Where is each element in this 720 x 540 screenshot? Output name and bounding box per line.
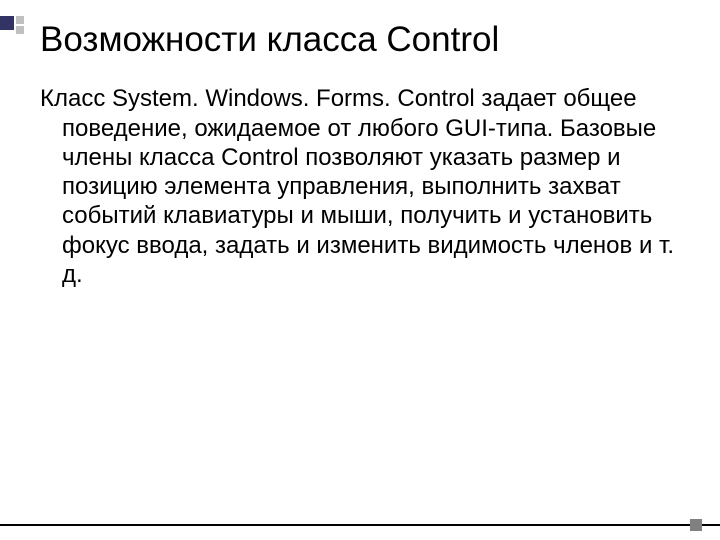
slide-body-text: Класс System. Windows. Forms. Control за… (40, 84, 692, 289)
slide-bullet-decor (0, 16, 24, 34)
bullet-small-icon (16, 26, 24, 34)
bullet-square-icon (0, 16, 14, 30)
footer-divider (0, 524, 720, 526)
footer-square-icon (690, 519, 702, 531)
slide-content: Возможности класса Control Класс System.… (0, 0, 720, 289)
bullet-small-icon (16, 16, 24, 24)
slide-body: Класс System. Windows. Forms. Control за… (40, 84, 692, 289)
bullet-small-col (16, 16, 24, 34)
slide-title: Возможности класса Control (40, 20, 692, 60)
